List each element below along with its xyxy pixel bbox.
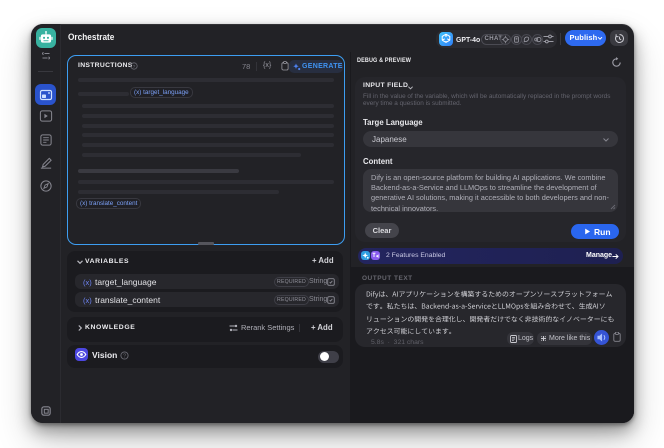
svg-text:?: ? — [123, 354, 126, 360]
svg-text:?: ? — [133, 64, 136, 70]
